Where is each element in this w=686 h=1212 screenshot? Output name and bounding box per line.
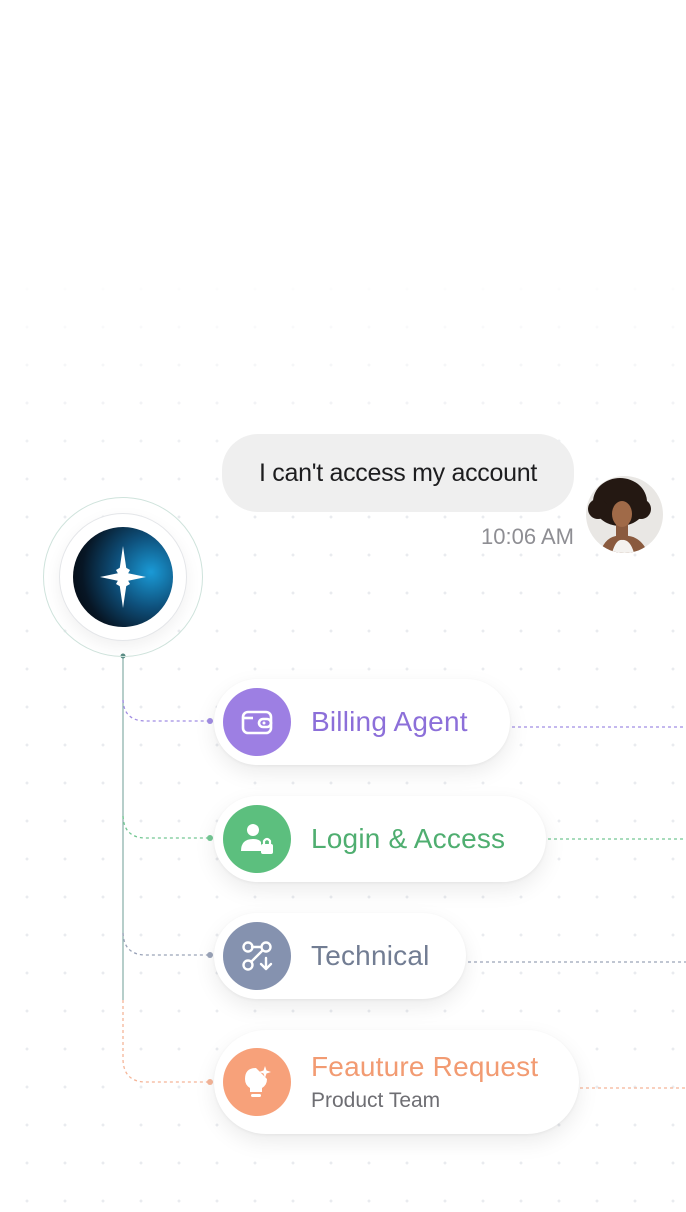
user-lock-icon bbox=[223, 805, 291, 873]
user-message-bubble: I can't access my account bbox=[222, 434, 574, 512]
route-technical[interactable]: Technical bbox=[214, 913, 466, 999]
route-label: Feauture Request bbox=[311, 1051, 539, 1082]
user-avatar[interactable] bbox=[586, 476, 663, 553]
route-feature-request[interactable]: Feauture Request Product Team bbox=[214, 1030, 579, 1134]
route-sublabel: Product Team bbox=[311, 1089, 441, 1112]
route-billing-agent[interactable]: Billing Agent bbox=[214, 679, 510, 765]
lightbulb-sparkle-icon bbox=[223, 1048, 291, 1116]
route-login-access[interactable]: Login & Access bbox=[214, 796, 546, 882]
wallet-icon bbox=[223, 688, 291, 756]
route-label: Technical bbox=[311, 940, 430, 971]
message-timestamp: 10:06 AM bbox=[481, 524, 574, 549]
route-label: Login & Access bbox=[311, 823, 506, 854]
assistant-logo[interactable] bbox=[73, 527, 173, 627]
compass-star-icon bbox=[100, 546, 146, 608]
route-label: Billing Agent bbox=[311, 706, 468, 737]
user-message-text: I can't access my account bbox=[259, 458, 537, 487]
route-nodes-icon bbox=[223, 922, 291, 990]
